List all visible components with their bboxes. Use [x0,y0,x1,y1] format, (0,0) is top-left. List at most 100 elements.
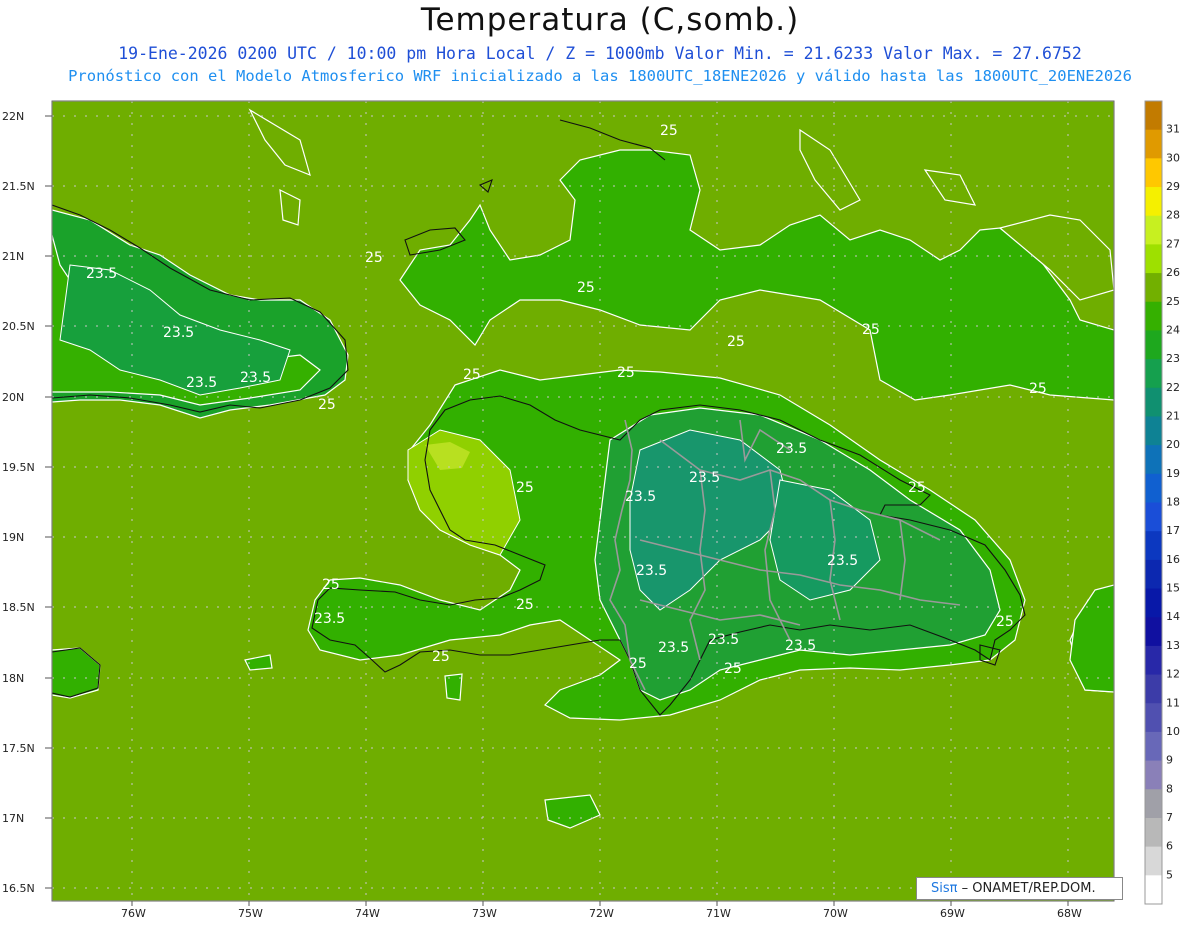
colorbar-label: 6 [1166,840,1173,853]
colorbar-swatch [1145,473,1162,503]
lon-label: 76W [121,907,146,920]
contour-label: 23.5 [827,553,858,569]
colorbar-swatch [1145,617,1162,647]
colorbar-label: 7 [1166,811,1173,824]
contour-label: 25 [908,480,926,496]
contour-label: 25 [724,661,742,677]
contour-label: 23.5 [776,441,807,457]
lat-label: 19.5N [2,461,35,474]
lon-label: 75W [238,907,263,920]
colorbar-swatch [1145,158,1162,188]
colorbar-label: 15 [1166,582,1180,595]
lat-label: 19N [2,531,24,544]
colorbar-swatch [1145,244,1162,274]
longitude-ticks [131,901,1069,906]
colorbar-swatch [1145,387,1162,417]
contour-label: 25 [727,334,745,350]
contour-label: 25 [1029,381,1047,397]
contour-label: 25 [516,597,534,613]
colorbar-swatch [1145,129,1162,159]
colorbar-swatch [1145,703,1162,733]
temperature-map: 25 25 25 25 25 25 25 25 25 25 25 25 25 2… [2,100,1180,920]
contour-label: 23.5 [636,563,667,579]
contour-label: 25 [862,322,880,338]
colorbar-swatch [1145,187,1162,217]
colorbar-label: 8 [1166,782,1173,795]
contour-label: 23.5 [658,640,689,656]
colorbar-swatch [1145,101,1162,131]
colorbar-label: 30 [1166,151,1180,164]
colorbar-swatch [1145,817,1162,848]
colorbar-swatch [1145,330,1162,360]
colorbar-label: 22 [1166,381,1180,394]
colorbar-swatch [1145,789,1162,819]
lon-label: 69W [940,907,965,920]
credit-box: Sisπ – ONAMET/REP.DOM. [916,877,1123,900]
colorbar-label: 12 [1166,668,1180,681]
latitude-labels: 22N 21.5N 21N 20.5N 20N 19.5N 19N 18.5N … [2,110,35,895]
contour-label: 25 [660,123,678,139]
colorbar-label: 9 [1166,754,1173,767]
colorbar-label: 24 [1166,323,1180,336]
contour-label: 25 [318,397,336,413]
colorbar-swatch [1145,273,1162,303]
lat-label: 20N [2,391,24,404]
colorbar-swatch [1145,215,1162,245]
contour-label: 23.5 [785,638,816,654]
colorbar-swatch [1145,760,1162,790]
colorbar-label: 11 [1166,696,1180,709]
colorbar-swatch [1145,301,1162,331]
contour-label: 25 [365,250,383,266]
credit-text: – ONAMET/REP.DOM. [957,881,1096,896]
colorbar-label: 27 [1166,237,1180,250]
colorbar-swatch [1145,875,1162,905]
lat-label: 17N [2,812,24,825]
colorbar-label: 18 [1166,496,1180,509]
contour-label: 23.5 [625,489,656,505]
contour-label: 23.5 [240,370,271,386]
colorbar-swatch [1145,531,1162,561]
colorbar-label: 13 [1166,639,1180,652]
contour-label: 25 [463,367,481,383]
colorbar-swatch [1145,731,1162,762]
lon-label: 73W [472,907,497,920]
colorbar-label: 10 [1166,725,1180,738]
lat-label: 21.5N [2,180,35,193]
colorbar-label: 14 [1166,610,1180,623]
contour-label: 25 [617,365,635,381]
lat-label: 17.5N [2,742,35,755]
lat-label: 22N [2,110,24,123]
contour-label: 25 [629,656,647,672]
longitude-labels: 76W 75W 74W 73W 72W 71W 70W 69W 68W [121,907,1082,920]
lon-label: 68W [1057,907,1082,920]
colorbar-label: 29 [1166,180,1180,193]
contour-label: 25 [432,649,450,665]
lon-label: 72W [589,907,614,920]
lat-label: 20.5N [2,320,35,333]
colorbar-swatch [1145,588,1162,618]
colorbar-label: 17 [1166,524,1180,537]
colorbar-label: 20 [1166,438,1180,451]
lon-label: 71W [706,907,731,920]
colorbar-swatch [1145,445,1162,475]
colorbar-label: 5 [1166,868,1173,881]
contour-label: 25 [516,480,534,496]
colorbar-label: 26 [1166,266,1180,279]
colorbar-label: 16 [1166,553,1180,566]
colorbar: 31 30 29 28 27 26 25 24 23 22 21 20 19 18 17 16 15 14 13 12… [1144,100,1180,905]
colorbar-label: 23 [1166,352,1180,365]
colorbar-swatch [1145,502,1162,532]
colorbar-swatch [1145,645,1162,676]
latitude-ticks [45,115,52,889]
colorbar-label: 25 [1166,295,1180,308]
contour-label: 23.5 [86,266,117,282]
lat-label: 18.5N [2,601,35,614]
contour-label: 25 [322,577,340,593]
colorbar-swatch [1145,416,1162,446]
colorbar-label: 31 [1166,123,1180,136]
contour-label: 23.5 [314,611,345,627]
colorbar-swatch [1145,674,1162,704]
lat-label: 16.5N [2,882,35,895]
contour-label: 23.5 [708,632,739,648]
contour-label: 23.5 [163,325,194,341]
